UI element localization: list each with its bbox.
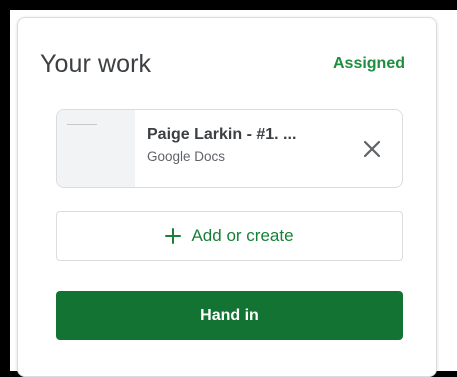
card-header: Your work Assigned <box>40 44 405 84</box>
thumbnail-line <box>67 124 97 125</box>
add-or-create-button[interactable]: Add or create <box>56 211 403 261</box>
attachment-type: Google Docs <box>147 149 226 164</box>
status-label: Assigned <box>332 55 405 72</box>
plus-icon <box>165 228 182 244</box>
attachment-item[interactable]: Paige Larkin - #1. ... Google Docs <box>56 109 403 188</box>
card-title: Your work <box>40 49 152 78</box>
attachment-text[interactable]: Paige Larkin - #1. ... Google Docs <box>135 110 342 187</box>
hand-in-button[interactable]: Hand in <box>56 291 403 340</box>
add-or-create-label: Add or create <box>191 226 294 245</box>
close-icon <box>363 140 381 157</box>
hand-in-label: Hand in <box>200 306 259 324</box>
attachment-name: Paige Larkin - #1. ... <box>147 126 297 143</box>
remove-attachment-button[interactable] <box>342 110 402 187</box>
document-thumbnail[interactable] <box>57 110 135 187</box>
